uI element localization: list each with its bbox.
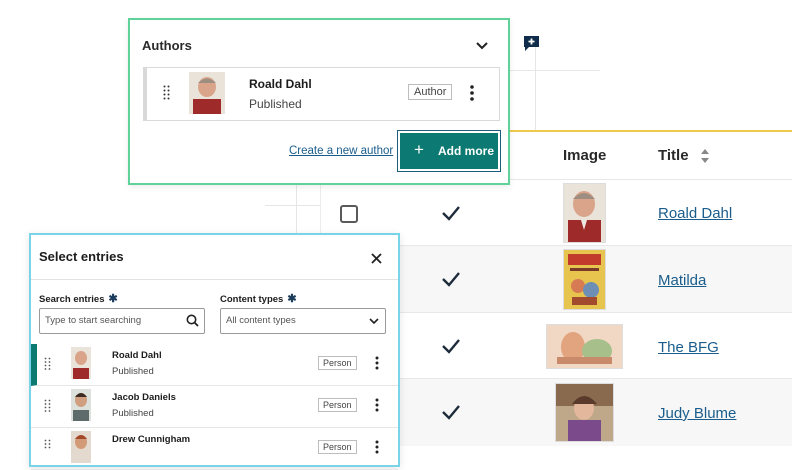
entry-name: Roald Dahl [112, 350, 162, 361]
list-item[interactable]: Jacob Daniels Published Person [31, 386, 398, 428]
content-types-value: All content types [226, 315, 296, 326]
add-more-button[interactable]: + Add more [400, 133, 498, 169]
search-input[interactable]: Type to start searching [39, 308, 205, 334]
author-type-badge: Author [408, 84, 453, 100]
author-avatar [189, 72, 225, 114]
bg-gridline [296, 185, 297, 235]
row-checkbox[interactable] [340, 205, 358, 223]
author-name: Roald Dahl [249, 77, 312, 91]
sort-icon[interactable] [700, 148, 710, 164]
roald-dahl-photo [563, 183, 606, 243]
drag-handle-icon[interactable] [44, 399, 51, 415]
entry-type-badge: Person [318, 440, 357, 454]
plus-icon: + [414, 140, 424, 159]
drag-handle-icon[interactable] [44, 439, 51, 455]
dialog-title: Select entries [39, 249, 124, 264]
check-icon [441, 338, 461, 354]
chevron-down-icon[interactable] [475, 38, 489, 50]
search-label: Search entries ✱ [39, 293, 118, 305]
author-status: Published [249, 97, 302, 111]
check-icon [441, 271, 461, 287]
content-types-label: Content types ✱ [220, 293, 297, 305]
author-item: Roald Dahl Published Author [143, 67, 500, 121]
entry-thumbnail [71, 347, 91, 379]
row-title-link[interactable]: Matilda [658, 272, 706, 289]
more-options-icon[interactable] [375, 440, 379, 456]
list-item[interactable]: Drew Cunnigham Person [31, 428, 398, 470]
matilda-book-cover [563, 249, 606, 310]
entry-type-badge: Person [318, 356, 357, 370]
chevron-down-icon [369, 318, 379, 325]
bg-gridline [265, 205, 320, 206]
column-header-title[interactable]: Title [658, 147, 689, 164]
divider [31, 279, 398, 280]
judy-blume-photo [555, 383, 614, 442]
drag-handle-icon[interactable] [163, 85, 170, 101]
entry-status: Published [112, 366, 154, 377]
check-icon [441, 404, 461, 420]
authors-field: Authors Roald Dahl Published Author Crea… [128, 18, 510, 185]
search-placeholder: Type to start searching [45, 315, 142, 326]
column-header-image: Image [563, 147, 607, 164]
add-more-label: Add more [438, 144, 495, 158]
row-title-link[interactable]: Judy Blume [658, 405, 736, 422]
bg-gridline [535, 40, 536, 130]
bfg-illustration [546, 324, 623, 369]
row-title-link[interactable]: Roald Dahl [658, 205, 732, 222]
authors-title: Authors [142, 38, 192, 53]
drag-handle-icon[interactable] [44, 357, 51, 373]
row-title-link[interactable]: The BFG [658, 339, 719, 356]
search-icon [186, 314, 199, 327]
close-icon[interactable] [371, 251, 382, 264]
entry-thumbnail [71, 389, 91, 421]
more-options-icon[interactable] [375, 398, 379, 414]
entry-name: Jacob Daniels [112, 392, 176, 403]
entry-name: Drew Cunnigham [112, 434, 191, 445]
select-entries-dialog: Select entries Search entries ✱ Type to s… [29, 233, 400, 470]
content-types-select[interactable]: All content types [220, 308, 386, 334]
check-icon [441, 205, 461, 221]
more-options-icon[interactable] [470, 85, 474, 101]
entry-status: Published [112, 408, 154, 419]
bg-gridline [510, 70, 600, 71]
list-item[interactable]: Roald Dahl Published Person [31, 344, 398, 386]
more-options-icon[interactable] [375, 356, 379, 372]
entry-thumbnail [71, 431, 91, 463]
entry-type-badge: Person [318, 398, 357, 412]
create-author-link[interactable]: Create a new author [289, 145, 393, 157]
add-comment-icon[interactable] [523, 35, 540, 52]
